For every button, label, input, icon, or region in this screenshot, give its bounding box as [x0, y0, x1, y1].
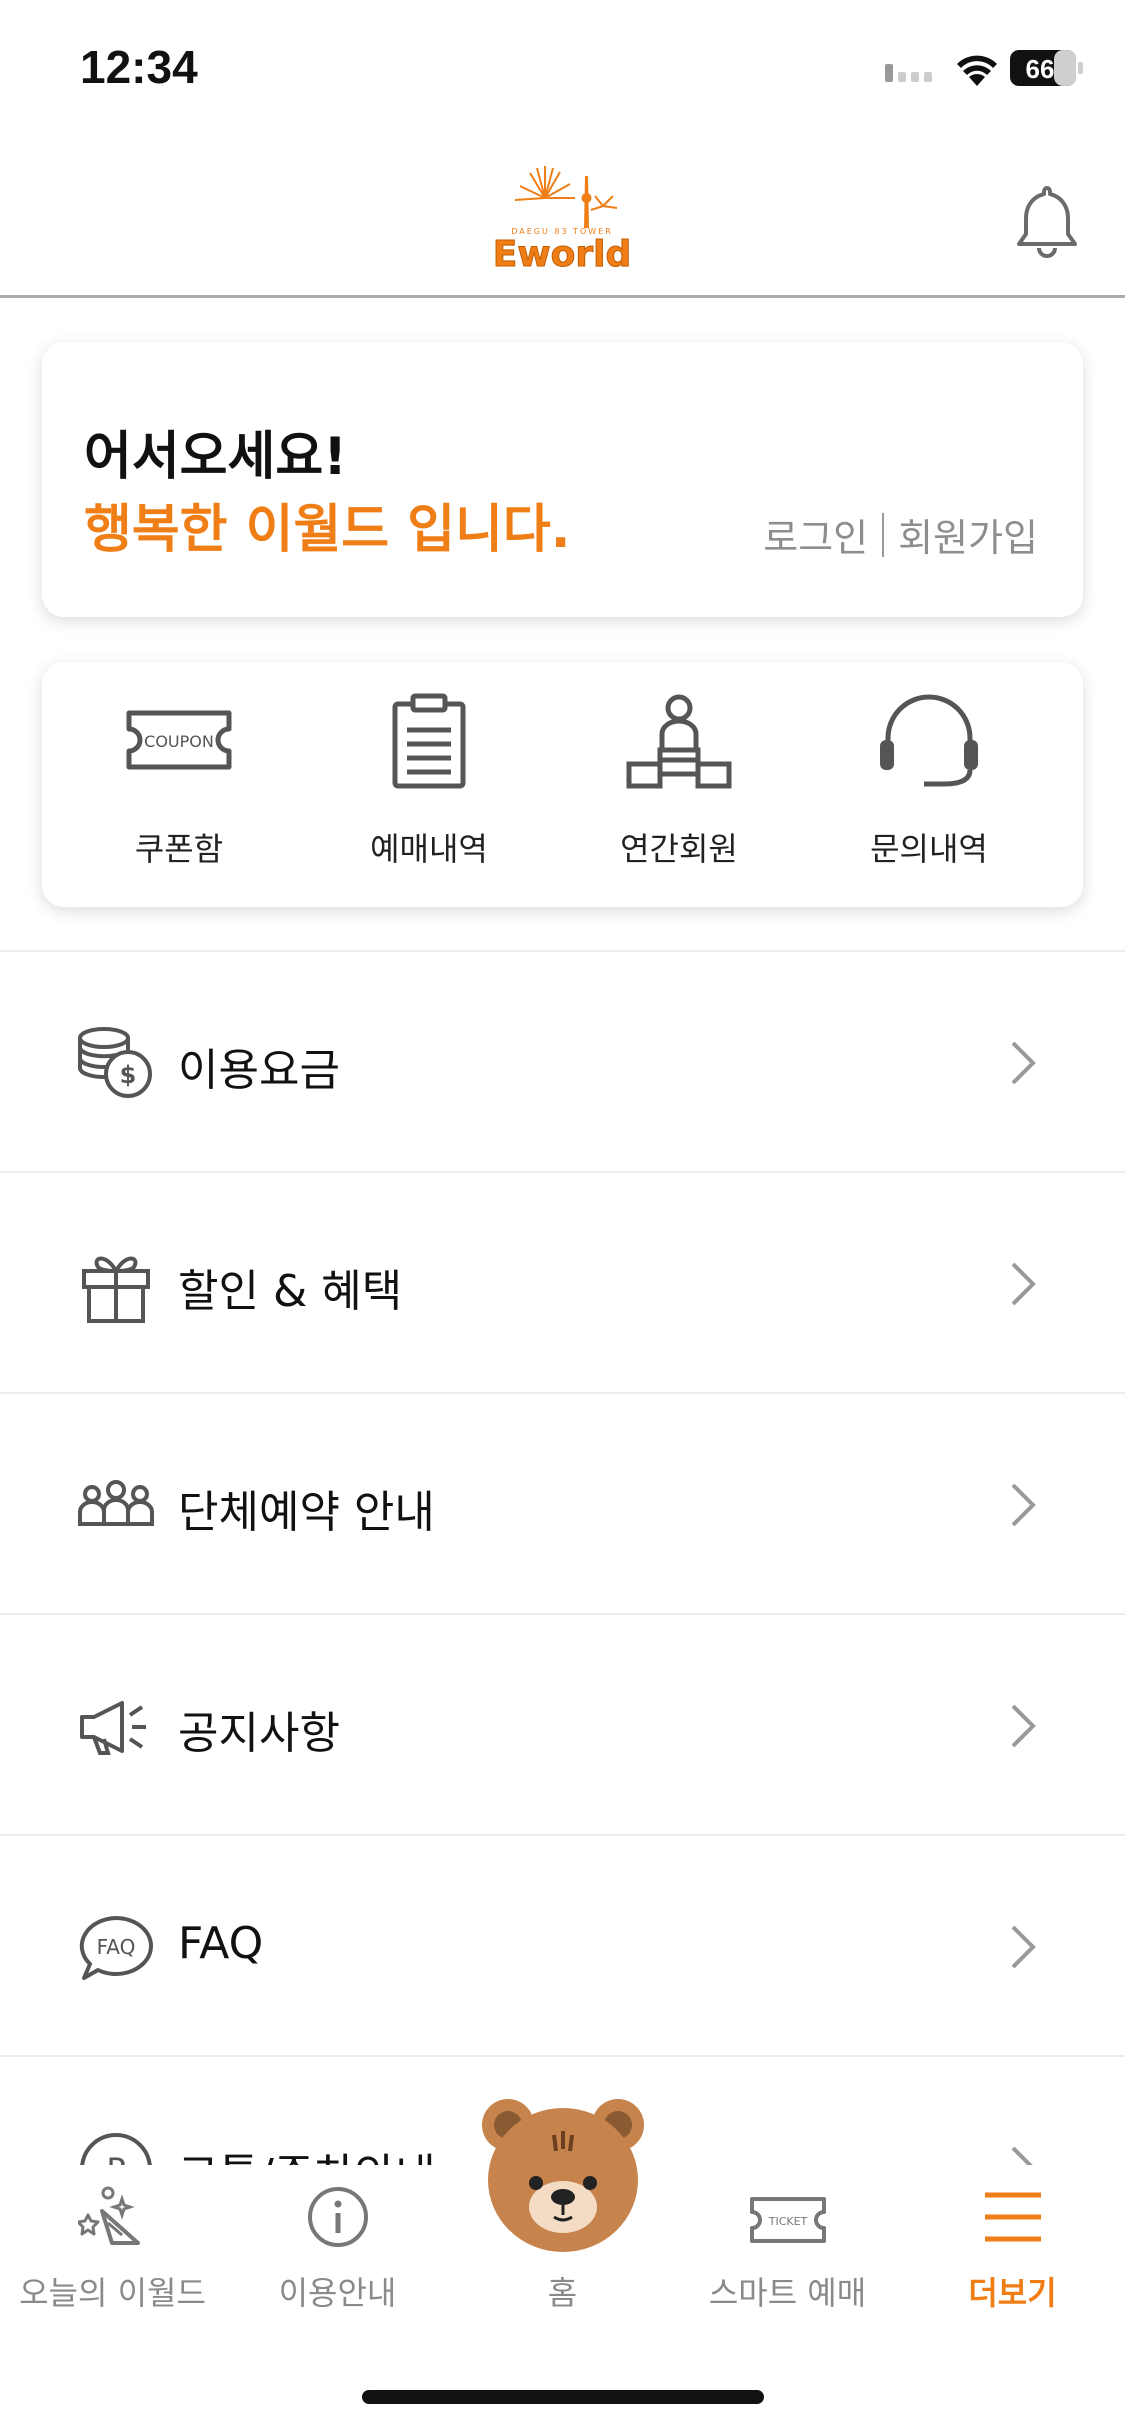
coupon-icon: COUPON — [126, 710, 232, 770]
faq-icon: FAQ — [79, 1916, 153, 1980]
chevron-right-icon — [1011, 1262, 1036, 1306]
chevron-right-icon — [1011, 1483, 1036, 1527]
quick-label-bookings: 예매내역 — [370, 830, 488, 868]
bell-icon[interactable] — [1012, 182, 1082, 262]
info-icon — [307, 2187, 368, 2247]
quick-item-annual-member[interactable]: 연간회원 — [554, 662, 804, 907]
bear-icon — [482, 2099, 644, 2252]
coupon-icon-text: COUPON — [144, 732, 214, 751]
tab-more[interactable]: 더보기 — [900, 2165, 1125, 2325]
menu-label-notices: 공지사항 — [178, 1708, 340, 1759]
svg-text:$: $ — [120, 1061, 137, 1089]
megaphone-icon — [80, 1701, 146, 1755]
tab-label-home: 홈 — [547, 2274, 578, 2312]
status-icons: 66 — [885, 50, 1083, 86]
signup-link[interactable]: 회원가입 — [898, 507, 1038, 562]
status-time: 12:34 — [80, 41, 198, 93]
quick-menu-card: COUPON 쿠폰함 예매내역 연간회원 문의내역 — [42, 662, 1083, 907]
auth-divider — [882, 512, 885, 557]
tab-label-today-eworld: 오늘의 이월드 — [19, 2274, 206, 2312]
coins-icon: $ — [77, 1027, 152, 1098]
tab-label-smart-booking: 스마트 예매 — [708, 2274, 867, 2312]
menu-icon — [984, 2192, 1041, 2242]
menu-label-group-booking: 단체예약 안내 — [178, 1487, 435, 1538]
battery-icon: 66 — [1010, 50, 1083, 86]
menu-item-notices[interactable]: 공지사항 — [0, 1615, 1125, 1836]
app-header: DAEGU 83 TOWER Eworld — [0, 140, 1125, 298]
battery-level: 66 — [1026, 54, 1055, 84]
eworld-logo[interactable]: DAEGU 83 TOWER Eworld — [485, 158, 640, 278]
tab-info[interactable]: 이용안내 — [225, 2165, 450, 2325]
clipboard-icon — [392, 693, 466, 789]
gift-icon — [82, 1256, 150, 1323]
quick-label-inquiries: 문의내역 — [870, 830, 988, 868]
headset-icon — [880, 694, 978, 787]
tab-label-more: 더보기 — [968, 2274, 1057, 2312]
quick-item-coupons[interactable]: COUPON 쿠폰함 — [54, 662, 304, 907]
quick-label-annual-member: 연간회원 — [620, 830, 738, 868]
menu-item-fees[interactable]: $ 이용요금 — [0, 952, 1125, 1173]
welcome-greeting: 어서오세요! — [84, 427, 347, 487]
faq-icon-text: FAQ — [97, 1935, 136, 1959]
party-icon — [77, 2186, 140, 2245]
firework-graphic — [514, 166, 618, 211]
ticket-icon: TICKET — [749, 2197, 826, 2243]
group-icon — [78, 1480, 154, 1526]
logo-text: Eworld — [493, 234, 631, 275]
home-indicator[interactable] — [362, 2390, 764, 2404]
tab-label-info: 이용안내 — [278, 2274, 397, 2312]
wifi-icon — [957, 55, 997, 86]
chevron-right-icon — [1011, 1041, 1036, 1085]
menu-label-faq: FAQ — [178, 1918, 264, 1969]
auth-links: 로그인 회원가입 — [763, 507, 1038, 562]
quick-item-bookings[interactable]: 예매내역 — [304, 662, 554, 907]
quick-item-inquiries[interactable]: 문의내역 — [804, 662, 1054, 907]
tab-today-eworld[interactable]: 오늘의 이월드 — [0, 2165, 225, 2325]
tab-home[interactable]: 홈 — [450, 2099, 675, 2325]
welcome-card: 어서오세요! 행복한 이월드 입니다. 로그인 회원가입 — [42, 342, 1083, 617]
menu-label-fees: 이용요금 — [178, 1045, 340, 1096]
welcome-message: 행복한 이월드 입니다. — [84, 500, 571, 560]
chevron-right-icon — [1011, 1704, 1036, 1748]
login-link[interactable]: 로그인 — [763, 507, 868, 562]
menu-item-faq[interactable]: FAQ FAQ — [0, 1836, 1125, 2057]
podium-icon — [626, 694, 732, 789]
signal-icon — [885, 64, 932, 82]
quick-label-coupons: 쿠폰함 — [134, 830, 224, 868]
chevron-right-icon — [1011, 1925, 1036, 1969]
tab-smart-booking[interactable]: TICKET 스마트 예매 — [675, 2165, 900, 2325]
ticket-icon-text: TICKET — [767, 2215, 807, 2228]
menu-label-discounts: 할인 & 혜택 — [178, 1266, 403, 1317]
menu-list: $ 이용요금 할인 & 혜택 단체예약 안내 공지사항 FAQ FAQ — [0, 950, 1125, 2278]
menu-item-group-booking[interactable]: 단체예약 안내 — [0, 1394, 1125, 1615]
menu-item-discounts[interactable]: 할인 & 혜택 — [0, 1173, 1125, 1394]
status-bar: 12:34 66 — [0, 0, 1125, 140]
